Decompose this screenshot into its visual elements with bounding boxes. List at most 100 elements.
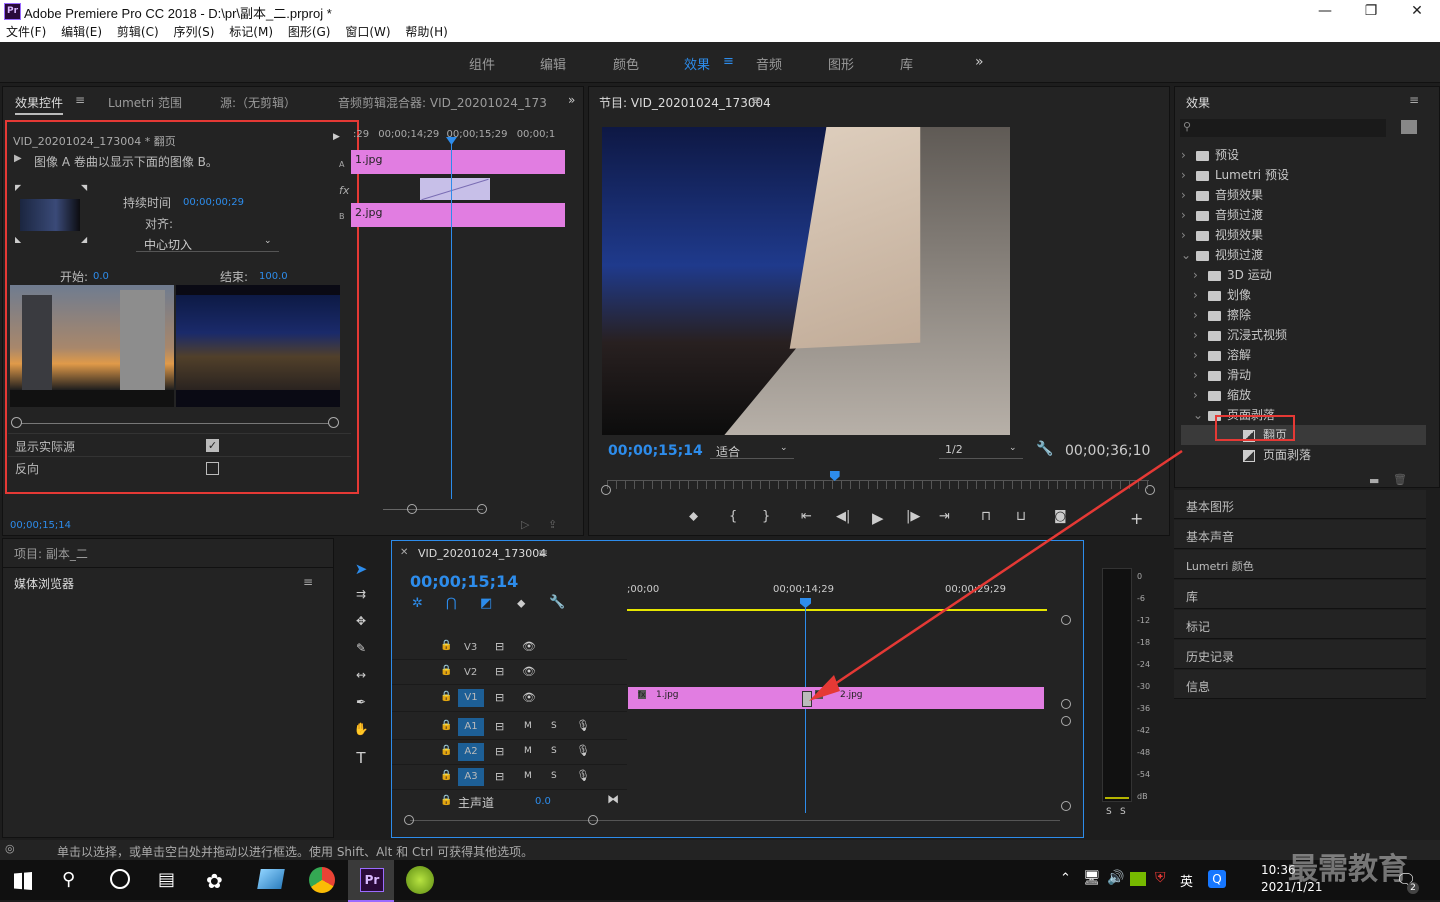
chevron-right-icon[interactable]: ›	[1181, 225, 1193, 245]
master-track-toggle-icon[interactable]: ⧓	[607, 792, 619, 806]
microphone-icon[interactable]: 🎙	[576, 769, 590, 782]
add-marker-icon[interactable]: ⬥	[689, 509, 698, 524]
effects-tree-item[interactable]: › Lumetri 预设	[1181, 165, 1426, 185]
qq-icon[interactable]: Q	[1208, 870, 1226, 888]
menu-help[interactable]: 帮助(H)	[405, 22, 447, 42]
workspace-graphics[interactable]: 图形	[828, 54, 854, 73]
workspace-editing[interactable]: 编辑	[540, 54, 566, 73]
track-label-v2[interactable]: V2	[464, 667, 477, 678]
selection-tool-icon[interactable]: ➤	[353, 560, 369, 578]
panel-overflow-icon[interactable]: »	[568, 93, 575, 107]
workspace-color[interactable]: 颜色	[613, 54, 639, 73]
toggle-sync-icon[interactable]: ⊟	[495, 720, 504, 733]
v-scroll-handle[interactable]	[1061, 801, 1071, 811]
solo-button[interactable]: S	[551, 721, 557, 731]
end-slider-handle[interactable]	[328, 417, 339, 428]
menu-marker[interactable]: 标记(M)	[229, 22, 273, 42]
ec-clip-a[interactable]: 1.jpg	[351, 150, 565, 174]
panel-essential-sound[interactable]: 基本声音	[1174, 520, 1426, 549]
marker-icon[interactable]: ⬥	[517, 596, 525, 611]
show-actual-source-checkbox[interactable]: ✓	[206, 439, 219, 452]
chevron-right-icon[interactable]: ›	[1181, 145, 1193, 165]
menu-graphics[interactable]: 图形(G)	[288, 22, 331, 42]
cortana-icon[interactable]	[110, 869, 130, 889]
chevron-down-icon[interactable]: ⌄	[1193, 405, 1205, 425]
tab-audio-clip-mixer[interactable]: 音频剪辑混合器: VID_20201024_17300	[338, 94, 546, 111]
tab-effect-controls[interactable]: 效果控件	[15, 94, 64, 115]
chevron-down-icon[interactable]: ⌄	[1181, 245, 1193, 265]
tray-expand-icon[interactable]: ⌃	[1060, 871, 1071, 886]
panel-menu-icon[interactable]: ≡	[538, 546, 548, 560]
sequence-tab[interactable]: VID_20201024_173004	[418, 547, 546, 560]
ec-zoom-handle[interactable]	[477, 504, 487, 514]
ime-indicator[interactable]: 英	[1180, 871, 1193, 890]
security-shield-icon[interactable]: ⛨	[1155, 870, 1166, 886]
corner-marker-icon[interactable]: ◤	[15, 183, 21, 192]
premiere-taskbar-button[interactable]: Pr	[348, 860, 394, 902]
ec-zoom-handle[interactable]	[407, 504, 417, 514]
solo-button[interactable]: S	[551, 746, 557, 756]
v-scroll-handle[interactable]	[1061, 615, 1071, 625]
chevron-right-icon[interactable]: ›	[1181, 165, 1193, 185]
start-value[interactable]: 0.0	[93, 271, 109, 282]
network-icon[interactable]: 🖥	[1083, 870, 1101, 886]
hand-tool-icon[interactable]: ✋	[353, 722, 369, 738]
duration-value[interactable]: 00;00;00;29	[183, 197, 244, 208]
chrome-icon[interactable]	[309, 867, 335, 893]
effects-tree-item[interactable]: › 音频过渡	[1181, 205, 1426, 225]
pinwheel-app-icon[interactable]: ✿	[206, 869, 223, 893]
effects-tree-item[interactable]: ⌄ 视频过渡	[1181, 245, 1426, 265]
panel-essential-graphics[interactable]: 基本图形	[1174, 490, 1426, 519]
track-label-v1[interactable]: V1	[458, 689, 484, 707]
microphone-icon[interactable]: 🎙	[576, 719, 590, 732]
effects-tree-item[interactable]: › 预设	[1181, 145, 1426, 165]
ec-playhead-line[interactable]	[451, 139, 452, 499]
effects-panel-title[interactable]: 效果	[1186, 94, 1210, 111]
lock-icon[interactable]: 🔒	[440, 745, 452, 756]
corner-marker-icon[interactable]: ◣	[15, 235, 21, 244]
reverse-checkbox[interactable]	[206, 462, 219, 475]
workspace-menu-icon[interactable]: ≡	[723, 54, 734, 69]
slip-tool-icon[interactable]: ↔	[353, 668, 369, 684]
track-label-a2[interactable]: A2	[458, 743, 484, 761]
effects-tree-item[interactable]: › 溶解	[1181, 345, 1426, 365]
menu-window[interactable]: 窗口(W)	[345, 22, 390, 42]
add-marker-timeline-icon[interactable]: ◩	[480, 596, 492, 611]
track-label-v3[interactable]: V3	[464, 642, 477, 653]
mark-out-icon[interactable]: }	[762, 509, 770, 524]
ec-current-time[interactable]: 00;00;15;14	[10, 520, 71, 531]
tab-media-browser[interactable]: 媒体浏览器	[14, 575, 74, 592]
track-label-a1[interactable]: A1	[458, 718, 484, 736]
master-volume-value[interactable]: 0.0	[535, 796, 551, 807]
v-scroll-handle[interactable]	[1061, 699, 1071, 709]
ec-zoom-bar[interactable]	[383, 509, 483, 510]
lock-icon[interactable]: 🔒	[440, 665, 452, 676]
mark-in-icon[interactable]: {	[729, 509, 737, 524]
effects-tree-item[interactable]: › 擦除	[1181, 305, 1426, 325]
h-scroll-handle[interactable]	[404, 815, 414, 825]
volume-icon[interactable]: 🔊	[1107, 870, 1124, 886]
tab-project[interactable]: 项目: 副本_二	[14, 545, 88, 562]
eye-icon[interactable]: 👁	[522, 640, 536, 653]
ec-play-audio-icon[interactable]: ▷	[521, 518, 529, 531]
ball-app-icon[interactable]	[406, 866, 434, 894]
start-slider-handle[interactable]	[11, 417, 22, 428]
panel-history[interactable]: 历史记录	[1174, 640, 1426, 669]
pen-tool-icon[interactable]: ✒	[353, 695, 369, 711]
panel-menu-icon[interactable]: ≡	[751, 93, 761, 107]
effects-search-input[interactable]: ⚲	[1180, 119, 1386, 137]
effects-tree-item[interactable]: › 滑动	[1181, 365, 1426, 385]
maximize-button[interactable]: ❐	[1348, 0, 1394, 22]
expand-arrow-icon[interactable]: ▶	[333, 132, 340, 142]
panel-lumetri-color[interactable]: Lumetri 颜色	[1174, 550, 1426, 579]
mute-button[interactable]: M	[524, 771, 532, 781]
task-view-icon[interactable]: ▤	[158, 869, 175, 890]
eye-icon[interactable]: 👁	[522, 691, 536, 704]
new-bin-icon[interactable]	[1401, 120, 1417, 134]
tab-source[interactable]: 源:（无剪辑）	[220, 94, 296, 111]
eye-icon[interactable]: 👁	[522, 665, 536, 678]
lock-icon[interactable]: 🔒	[440, 795, 452, 806]
ripple-edit-tool-icon[interactable]: ✥	[353, 614, 369, 630]
timeline-clip-1[interactable]: fx 1.jpg	[628, 687, 807, 709]
timeline-timecode[interactable]: 00;00;15;14	[410, 572, 518, 591]
